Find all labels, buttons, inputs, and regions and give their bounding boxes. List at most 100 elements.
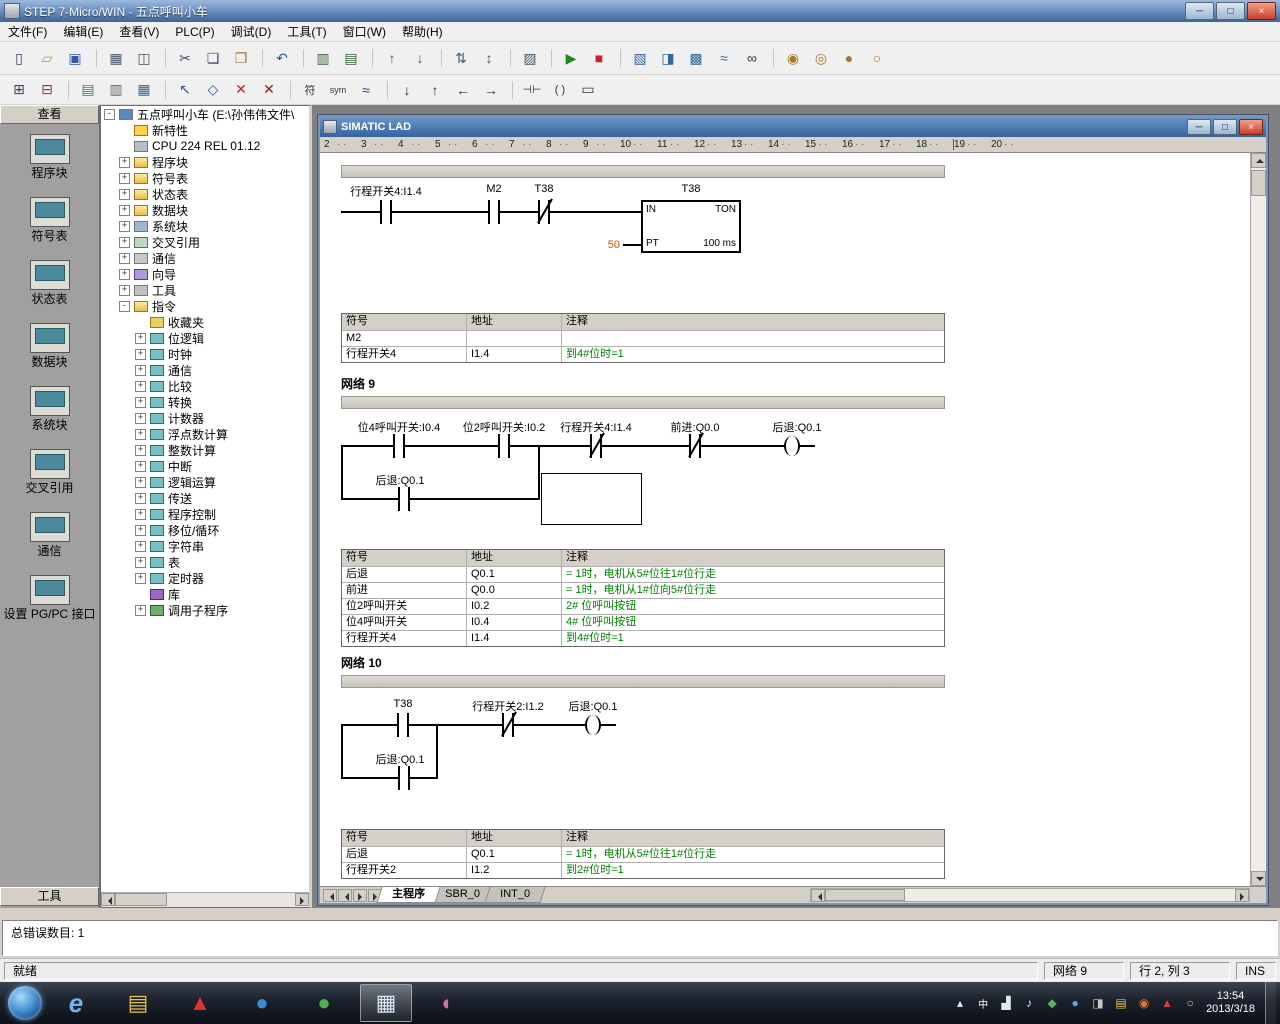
tree-item-program-control[interactable]: + 程序控制 (101, 506, 309, 522)
network9-title[interactable]: 网络 9 (341, 375, 375, 392)
lad-close-button[interactable]: × (1239, 119, 1263, 135)
print-preview-button[interactable]: ◫ (131, 45, 157, 71)
download-button[interactable]: ↓ (407, 45, 433, 71)
tree-expander[interactable]: + (119, 189, 130, 200)
tree-item-call-subroutines[interactable]: + 调用子程序 (101, 602, 309, 618)
show-desktop-button[interactable] (1265, 982, 1276, 1024)
no-contact[interactable] (498, 434, 510, 458)
symbol-cell[interactable]: 行程开关4 (342, 347, 466, 362)
view-communications[interactable]: 通信 (0, 512, 99, 575)
tree-item-cross-reference[interactable]: + 交叉引用 (101, 234, 309, 250)
symbol-table-row[interactable]: M2 (342, 330, 944, 346)
view-data-block[interactable]: 数据块 (0, 323, 99, 386)
line-left-button[interactable]: ← (450, 77, 476, 103)
comment-cell[interactable]: 4# 位呼叫按钮 (561, 615, 944, 630)
output-coil[interactable] (585, 715, 601, 735)
symbol-table-row[interactable]: 行程开关4 I1.4 到4#位时=1 (342, 630, 944, 646)
tree-expander[interactable]: + (135, 381, 146, 392)
scrollbar-thumb[interactable] (825, 889, 905, 901)
tree-item-data-block[interactable]: + 数据块 (101, 202, 309, 218)
print-button[interactable]: ▦ (103, 45, 129, 71)
tree-item-move[interactable]: + 传送 (101, 490, 309, 506)
toggle-comment-display-button[interactable]: ≈ (353, 77, 379, 103)
view-status-monitor-button[interactable]: ∞ (739, 45, 765, 71)
no-contact[interactable] (488, 200, 500, 224)
trend-view-button[interactable]: ≈ (711, 45, 737, 71)
unforce-all-button[interactable]: ○ (864, 45, 890, 71)
undo-button[interactable]: ↶ (269, 45, 295, 71)
tray-message-icon[interactable]: ▤ (1113, 996, 1129, 1010)
tree-item-wizards[interactable]: + 向导 (101, 266, 309, 282)
view-symbol-table[interactable]: 符号表 (0, 197, 99, 260)
comment-cell[interactable]: = 1时，电机从5#位往1#位行走 (561, 567, 944, 582)
tree-item-convert[interactable]: + 转换 (101, 394, 309, 410)
menu-view[interactable]: 查看(V) (111, 22, 167, 42)
tree-item-comm-instructions[interactable]: + 通信 (101, 362, 309, 378)
tray-volume-icon[interactable]: ♪ (1021, 996, 1037, 1010)
address-cell[interactable]: I0.2 (466, 599, 561, 614)
symbol-cell[interactable]: M2 (342, 331, 466, 346)
nc-contact[interactable] (689, 434, 701, 458)
tree-item-bit-logic[interactable]: + 位逻辑 (101, 330, 309, 346)
scrollbar-thumb[interactable] (1251, 170, 1266, 196)
tree-expander[interactable]: + (135, 493, 146, 504)
delete-element-button[interactable]: ✕ (228, 77, 254, 103)
tree-expander[interactable] (119, 125, 130, 136)
address-cell[interactable]: I1.2 (466, 863, 561, 878)
read-all-forced-button[interactable]: ● (836, 45, 862, 71)
tray-power-icon[interactable]: ○ (1182, 996, 1198, 1010)
ladder-editor-canvas[interactable]: 行程开关4:I1.4 M2 T38 T38 IN TON PT 100 ms 5… (320, 153, 1250, 886)
copy-button[interactable]: ❏ (200, 45, 226, 71)
toggle-symbol-info-table-button[interactable]: ▦ (131, 77, 157, 103)
tree-item-clock[interactable]: + 时钟 (101, 346, 309, 362)
tree-item-program-block[interactable]: + 程序块 (101, 154, 309, 170)
lad-minimize-button[interactable]: ─ (1187, 119, 1211, 135)
show-hidden-icons-button[interactable]: ▴ (952, 996, 968, 1010)
tree-item-status-chart[interactable]: + 状态表 (101, 186, 309, 202)
tree-expander[interactable]: + (135, 573, 146, 584)
taskbar-step7-button[interactable]: ▦ (360, 984, 412, 1022)
close-button[interactable]: × (1247, 2, 1276, 20)
maximize-button[interactable]: □ (1216, 2, 1245, 20)
chart-status-button[interactable]: ▩ (683, 45, 709, 71)
tree-expander[interactable]: + (135, 429, 146, 440)
taskbar-clock[interactable]: 13:54 2013/3/18 (1206, 990, 1255, 1016)
tree-expander[interactable]: + (119, 269, 130, 280)
toggle-symbol-info-button[interactable]: sym (325, 77, 351, 103)
menu-debug[interactable]: 调试(D) (223, 22, 280, 42)
toggle-pou-comments-button[interactable]: ▤ (75, 77, 101, 103)
lad-maximize-button[interactable]: □ (1213, 119, 1237, 135)
symbol-cell[interactable]: 后退 (342, 847, 466, 862)
scroll-down-button[interactable] (1251, 871, 1266, 886)
address-cell[interactable]: I1.4 (466, 347, 561, 362)
taskbar-media-button[interactable]: ● (298, 984, 350, 1022)
tree-expander[interactable] (135, 317, 146, 328)
tab-int0[interactable]: INT_0 (484, 887, 545, 903)
address-cell[interactable]: I1.4 (466, 631, 561, 646)
comment-cell[interactable]: 2# 位呼叫按钮 (561, 599, 944, 614)
tree-expander[interactable]: + (135, 445, 146, 456)
tree-item-new-features[interactable]: 新特性 (101, 122, 309, 138)
nc-contact[interactable] (538, 200, 550, 224)
symbol-table-row[interactable]: 位4呼叫开关 I0.4 4# 位呼叫按钮 (342, 614, 944, 630)
scroll-left-button[interactable] (811, 889, 825, 902)
minimize-button[interactable]: ─ (1185, 2, 1214, 20)
compile-all-button[interactable]: ▤ (338, 45, 364, 71)
comment-cell[interactable]: = 1时，电机从5#位往1#位行走 (561, 847, 944, 862)
tray-security-icon[interactable]: ▲ (1159, 996, 1175, 1010)
insert-contact-button[interactable]: ⊣⊢ (519, 77, 545, 103)
tree-expander[interactable]: + (135, 333, 146, 344)
comment-cell[interactable] (561, 331, 944, 346)
taskbar-explorer-button[interactable]: ▤ (112, 984, 164, 1022)
start-button[interactable] (8, 986, 42, 1020)
tree-expander[interactable]: + (135, 477, 146, 488)
tree-expander[interactable]: + (135, 397, 146, 408)
no-contact[interactable] (393, 434, 405, 458)
open-file-button[interactable]: ▱ (34, 45, 60, 71)
tree-item-symbol-table[interactable]: + 符号表 (101, 170, 309, 186)
nc-contact[interactable] (590, 434, 602, 458)
address-cell[interactable]: I0.4 (466, 615, 561, 630)
tree-expander[interactable]: + (135, 605, 146, 616)
address-cell[interactable]: Q0.0 (466, 583, 561, 598)
insert-coil-button[interactable]: ( ) (547, 77, 573, 103)
